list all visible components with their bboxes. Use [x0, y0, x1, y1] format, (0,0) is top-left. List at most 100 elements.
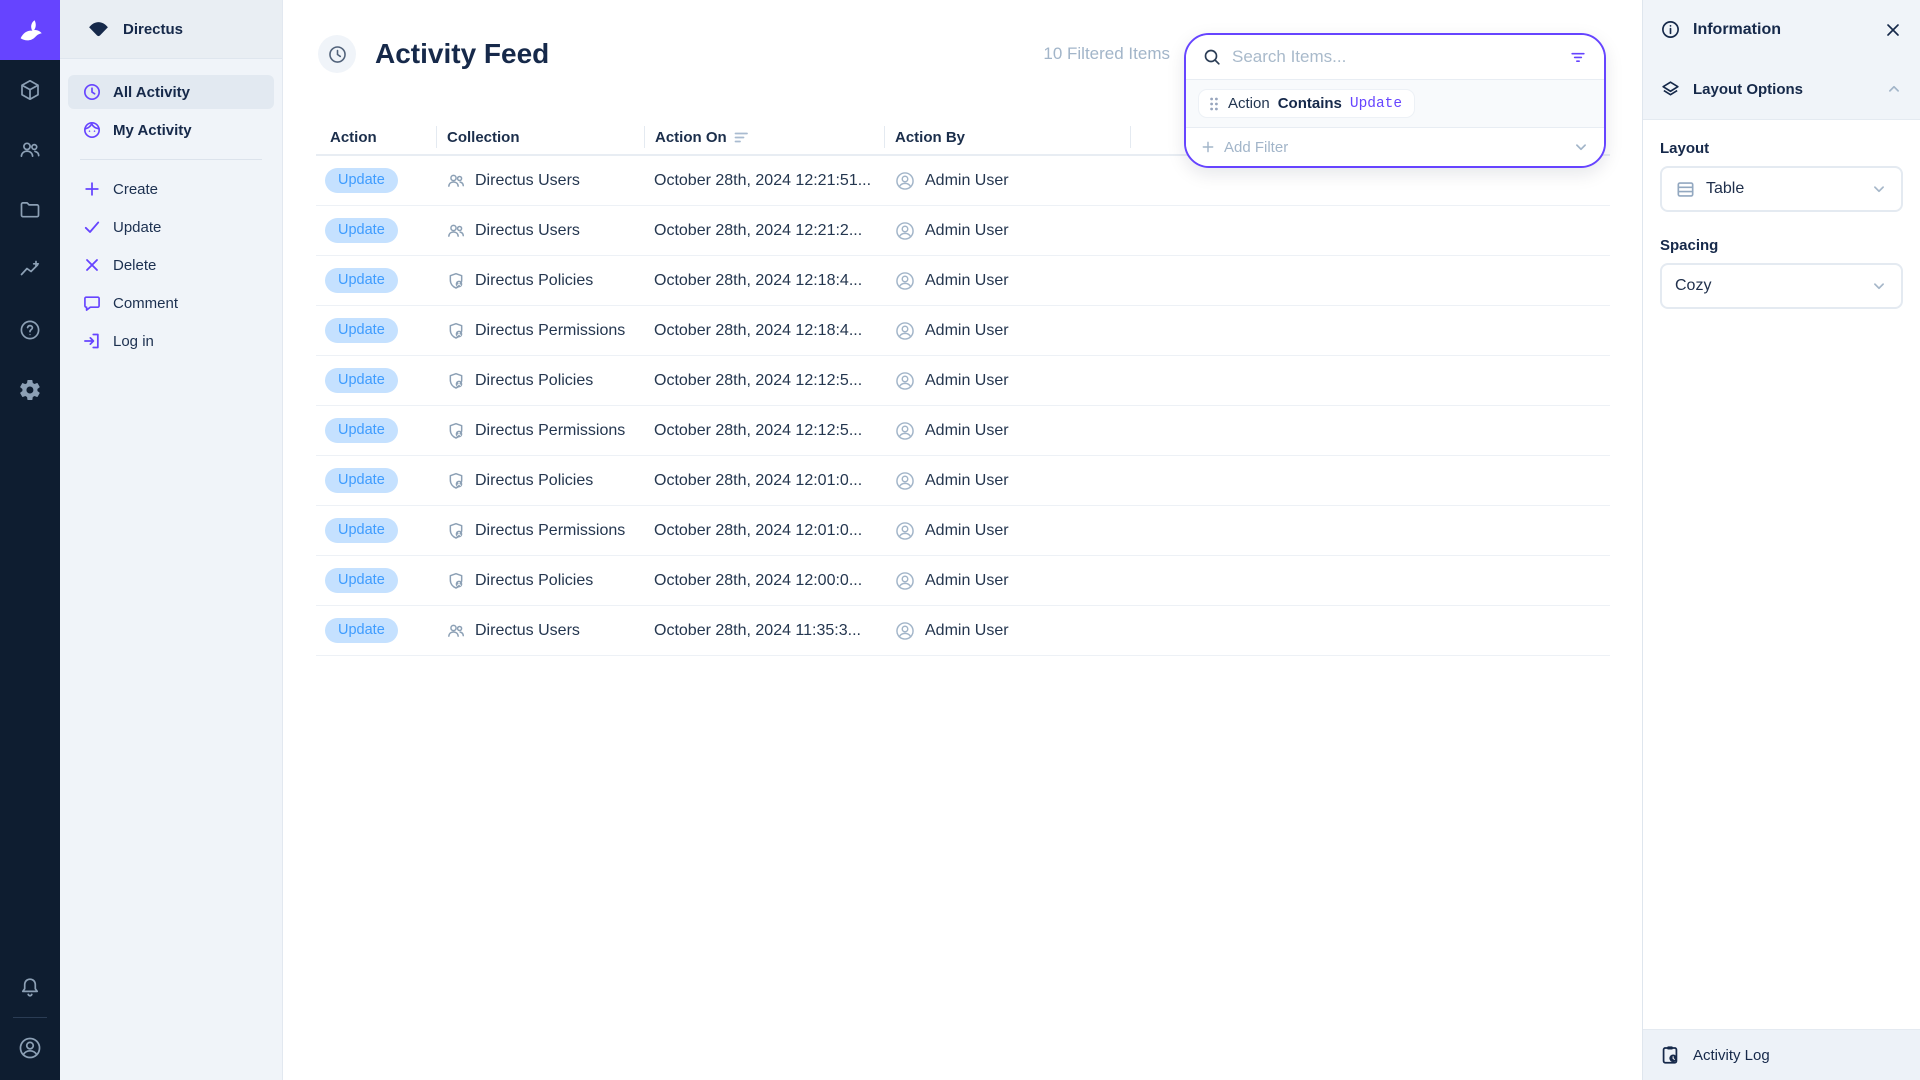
policy-icon [446, 521, 466, 541]
chevron-down-icon[interactable] [1572, 138, 1590, 156]
action-by-user: Admin User [925, 572, 1009, 590]
chevron-up-icon[interactable] [1885, 80, 1903, 98]
table-row[interactable]: Update Directus Permissions October 28th… [316, 406, 1610, 456]
action-by-user: Admin User [925, 272, 1009, 290]
table-row[interactable]: Update Directus Users October 28th, 2024… [316, 606, 1610, 656]
module-docs[interactable] [0, 300, 60, 360]
action-badge: Update [325, 168, 398, 193]
information-title: Information [1693, 21, 1781, 39]
sidebar: Directus All Activity My Activity Cre [60, 0, 283, 1080]
sidebar-link-comment[interactable]: Comment [68, 284, 274, 322]
column-header-action-by[interactable]: Action By [884, 126, 1130, 148]
filtered-items-count: 10 Filtered Items [1043, 44, 1170, 64]
activity-log-label: Activity Log [1693, 1047, 1770, 1064]
sidebar-item-my-activity[interactable]: My Activity [68, 113, 274, 147]
module-bar-bottom [0, 963, 60, 1080]
users-icon [446, 171, 466, 191]
directus-logo[interactable] [0, 0, 60, 60]
search-icon [1202, 47, 1222, 67]
filter-icon[interactable] [1568, 47, 1588, 67]
user-menu-avatar[interactable] [0, 1024, 60, 1072]
information-section-header[interactable]: Information [1643, 0, 1920, 59]
rabbit-icon [15, 15, 45, 45]
action-badge: Update [325, 268, 398, 293]
table-row[interactable]: Update Directus Policies October 28th, 2… [316, 356, 1610, 406]
notifications-button[interactable] [0, 963, 60, 1011]
plus-icon [1200, 139, 1216, 155]
column-header-collection[interactable]: Collection [436, 126, 644, 148]
help-icon [18, 318, 42, 342]
table-row[interactable]: Update Directus Users October 28th, 2024… [316, 206, 1610, 256]
layout-options-body: Layout Table Spacing Cozy [1643, 120, 1920, 354]
user-avatar-icon [894, 470, 916, 492]
table-row[interactable]: Update Directus Permissions October 28th… [316, 506, 1610, 556]
action-badge: Update [325, 518, 398, 543]
user-avatar-icon [894, 320, 916, 342]
collection-name: Directus Users [475, 222, 580, 240]
module-files[interactable] [0, 180, 60, 240]
project-logo-icon [87, 20, 110, 38]
close-icon[interactable] [1883, 20, 1903, 40]
search-input[interactable] [1232, 47, 1558, 67]
table-row[interactable]: Update Directus Permissions October 28th… [316, 306, 1610, 356]
action-by-user: Admin User [925, 372, 1009, 390]
sidebar-link-login[interactable]: Log in [68, 322, 274, 360]
module-content[interactable] [0, 60, 60, 120]
filter-field[interactable]: Action [1228, 95, 1270, 112]
column-header-action-on[interactable]: Action On [644, 126, 884, 148]
activity-table: Action Collection Action On Action By Up… [316, 120, 1610, 656]
add-filter-button[interactable]: Add Filter [1186, 128, 1604, 166]
sidebar-link-update[interactable]: Update [68, 208, 274, 246]
check-icon [82, 217, 102, 237]
drag-handle-icon[interactable] [1208, 96, 1220, 112]
module-insights[interactable] [0, 240, 60, 300]
module-bar-divider [13, 1017, 47, 1018]
module-users[interactable] [0, 120, 60, 180]
action-by-user: Admin User [925, 222, 1009, 240]
layers-icon [1660, 79, 1681, 100]
action-by-user: Admin User [925, 422, 1009, 440]
sidebar-item-label: All Activity [113, 84, 190, 101]
users-icon [446, 621, 466, 641]
spacing-select-value: Cozy [1675, 277, 1711, 295]
sidebar-link-label: Create [113, 181, 158, 198]
account-circle-icon [17, 1035, 43, 1061]
policy-icon [446, 321, 466, 341]
action-by-user: Admin User [925, 172, 1009, 190]
collection-name: Directus Policies [475, 272, 593, 290]
app-root: Directus All Activity My Activity Cre [0, 0, 1920, 1080]
layout-options-section-header[interactable]: Layout Options [1643, 59, 1920, 119]
column-header-action[interactable]: Action [316, 126, 436, 148]
comment-icon [82, 293, 102, 313]
project-name: Directus [123, 21, 183, 38]
filter-operator[interactable]: Contains [1278, 95, 1342, 112]
table-row[interactable]: Update Directus Policies October 28th, 2… [316, 556, 1610, 606]
sidebar-link-create[interactable]: Create [68, 170, 274, 208]
layout-select[interactable]: Table [1660, 166, 1903, 212]
sort-descending-icon[interactable] [734, 131, 749, 144]
table-row[interactable]: Update Directus Policies October 28th, 2… [316, 456, 1610, 506]
spacing-select[interactable]: Cozy [1660, 263, 1903, 309]
project-header[interactable]: Directus [60, 0, 282, 59]
sidebar-item-all-activity[interactable]: All Activity [68, 75, 274, 109]
action-on-date: October 28th, 2024 11:35:3... [644, 622, 884, 640]
sidebar-link-label: Delete [113, 257, 156, 274]
filter-value[interactable]: Update [1350, 96, 1402, 112]
layout-field-label: Layout [1660, 140, 1903, 157]
layout-options-label: Layout Options [1693, 81, 1803, 98]
collection-name: Directus Permissions [475, 422, 625, 440]
clock-icon [327, 44, 348, 65]
action-on-date: October 28th, 2024 12:18:4... [644, 322, 884, 340]
filter-chip[interactable]: Action Contains Update [1198, 89, 1415, 118]
bell-icon [18, 975, 42, 999]
sidebar-nav: All Activity My Activity Create Update [60, 59, 282, 360]
search-row [1186, 35, 1604, 79]
action-badge: Update [325, 418, 398, 443]
table-row[interactable]: Update Directus Policies October 28th, 2… [316, 256, 1610, 306]
policy-icon [446, 421, 466, 441]
activity-log-button[interactable]: Activity Log [1643, 1029, 1920, 1080]
module-settings[interactable] [0, 360, 60, 420]
user-avatar-icon [894, 620, 916, 642]
action-badge: Update [325, 318, 398, 343]
sidebar-link-delete[interactable]: Delete [68, 246, 274, 284]
